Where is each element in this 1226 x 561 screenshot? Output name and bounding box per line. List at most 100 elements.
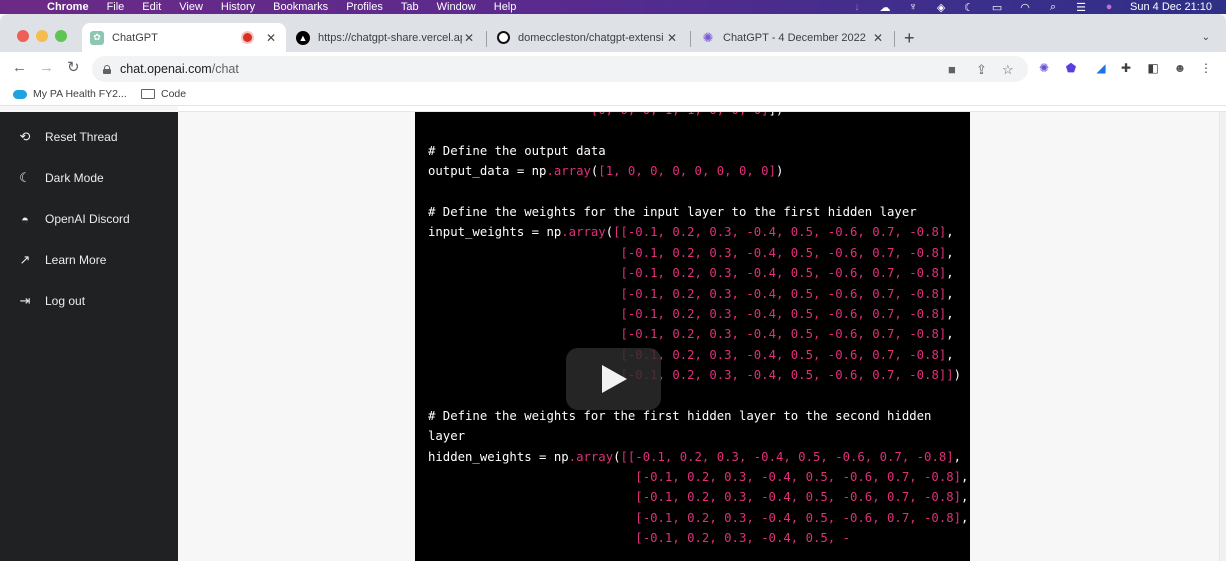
tab-github-repo[interactable]: domeccleston/chatgpt-extensi ✕ <box>489 23 687 52</box>
reload-button[interactable]: ↻ <box>67 60 80 76</box>
window-minimize-button[interactable] <box>36 30 48 42</box>
code-literal: [[-0.1, 0.2, 0.3, -0.4, 0.5, -0.6, 0.7, … <box>613 225 947 240</box>
extension-shield-icon[interactable]: ⬟ <box>1063 60 1079 76</box>
control-center-icon[interactable]: ☰ <box>1074 1 1088 14</box>
chat-sidebar: ⟲ Reset Thread ☾ Dark Mode ◓ OpenAI Disc… <box>0 112 178 561</box>
video-play-button[interactable] <box>566 348 661 410</box>
extension-chatgpt-icon[interactable]: ✺ <box>1036 60 1052 76</box>
code-literal: [-0.1, 0.2, 0.3, -0.4, 0.5, -0.6, 0.7, -… <box>620 347 947 362</box>
extension-eyedropper-icon[interactable]: ◢ <box>1093 60 1109 76</box>
vpn-status-icon[interactable]: ♆ <box>906 1 920 13</box>
tab-title: ChatGPT <box>112 31 158 44</box>
tab-chatgpt-dec-2022[interactable]: ✺ ChatGPT - 4 December 2022 ✕ <box>693 23 893 52</box>
page-scrollbar[interactable] <box>1219 112 1226 561</box>
code-text: , <box>946 225 954 240</box>
tab-search-chevron-icon[interactable]: ⌄ <box>1202 32 1210 43</box>
sidebar-item-label: Reset Thread <box>45 130 118 144</box>
code-line: [-0.1, 0.2, 0.3, -0.4, 0.5, -0.6, 0.7, -… <box>428 487 968 507</box>
menu-edit[interactable]: Edit <box>142 0 161 14</box>
address-bar[interactable]: chat.openai.com/chat ■ ⇪ ☆ <box>92 56 1028 82</box>
code-literal: [-0.1, 0.2, 0.3, -0.4, 0.5, -0.6, 0.7, -… <box>620 368 954 383</box>
menu-profiles[interactable]: Profiles <box>346 0 383 14</box>
camera-icon[interactable]: ■ <box>948 62 956 77</box>
macos-menu-bar: Chrome File Edit View History Bookmarks … <box>0 0 1226 14</box>
sidebar-item-log-out[interactable]: ⇥ Log out <box>0 285 178 317</box>
chatgpt-favicon-icon: ✿ <box>90 30 104 45</box>
extensions-puzzle-icon[interactable]: ✚ <box>1118 60 1134 76</box>
tab-close-icon[interactable]: ✕ <box>264 31 278 45</box>
bookmark-code-folder[interactable]: Code <box>141 88 186 100</box>
code-text: , <box>961 490 969 505</box>
url-text[interactable]: chat.openai.com/chat <box>120 62 239 76</box>
tab-chatgpt[interactable]: ✿ ChatGPT ✕ <box>82 23 286 52</box>
code-literal: [-0.1, 0.2, 0.3, -0.4, 0.5, -0.6, 0.7, -… <box>635 470 962 485</box>
forward-button[interactable]: → <box>39 60 54 76</box>
code-text: , <box>961 510 969 525</box>
code-line: hidden_weights = np.array([[-0.1, 0.2, 0… <box>428 447 968 467</box>
back-button[interactable]: ← <box>12 60 27 76</box>
tab-title: domeccleston/chatgpt-extensi <box>518 31 664 44</box>
code-literal: [-0.1, 0.2, 0.3, -0.4, 0.5, -0.6, 0.7, -… <box>620 306 947 321</box>
menu-history[interactable]: History <box>221 0 255 14</box>
sidebar-item-openai-discord[interactable]: ◓ OpenAI Discord <box>0 203 178 235</box>
side-panel-icon[interactable]: ◧ <box>1145 60 1161 76</box>
code-text: , <box>961 470 969 485</box>
profile-avatar[interactable]: ☻ <box>1172 60 1188 76</box>
display-icon[interactable]: ◈ <box>934 1 948 14</box>
code-line: # Define the output data <box>428 141 968 161</box>
code-literal: [-0.1, 0.2, 0.3, -0.4, 0.5, -0.6, 0.7, -… <box>620 327 947 342</box>
menu-bookmarks[interactable]: Bookmarks <box>273 0 328 14</box>
tab-close-icon[interactable]: ✕ <box>871 31 885 45</box>
spotlight-search-icon[interactable]: ⌕ <box>1046 1 1060 13</box>
tab-close-icon[interactable]: ✕ <box>665 31 679 45</box>
code-literal: [-0.1, 0.2, 0.3, -0.4, 0.5, -0.6, 0.7, -… <box>635 490 962 505</box>
menu-clock[interactable]: Sun 4 Dec 21:10 <box>1130 1 1212 13</box>
siri-icon[interactable]: ● <box>1102 1 1116 13</box>
code-line: [-0.1, 0.2, 0.3, -0.4, 0.5, -0.6, 0.7, -… <box>428 345 968 365</box>
sidebar-item-reset-thread[interactable]: ⟲ Reset Thread <box>0 121 178 153</box>
share-icon[interactable]: ⇪ <box>976 62 987 78</box>
wifi-icon[interactable]: ◠ <box>1018 1 1032 14</box>
code-block: [0, 0, 0, 1, 1, 0, 0, 0]]) # Define the o… <box>415 112 970 561</box>
sidebar-item-dark-mode[interactable]: ☾ Dark Mode <box>0 162 178 194</box>
menu-view[interactable]: View <box>179 0 203 14</box>
sidebar-item-label: Learn More <box>45 253 107 267</box>
tab-separator <box>486 31 487 47</box>
menu-app-chrome[interactable]: Chrome <box>47 0 89 14</box>
new-tab-button[interactable]: + <box>904 29 915 47</box>
code-text: hidden_weights = np <box>428 449 569 464</box>
tab-chatgpt-share[interactable]: ▲ https://chatgpt-share.vercel.ap ✕ <box>288 23 484 52</box>
tab-title: ChatGPT - 4 December 2022 <box>723 31 866 44</box>
menu-file[interactable]: File <box>107 0 125 14</box>
code-text: , <box>946 266 954 281</box>
code-text: , <box>946 245 954 260</box>
menu-tab[interactable]: Tab <box>401 0 419 14</box>
gear-favicon-icon: ✺ <box>702 29 714 45</box>
window-close-button[interactable] <box>17 30 29 42</box>
tab-close-icon[interactable]: ✕ <box>462 31 476 45</box>
bookmark-star-icon[interactable]: ☆ <box>1002 62 1014 78</box>
bookmark-my-pa-health[interactable]: My PA Health FY2... <box>13 88 127 100</box>
window-zoom-button[interactable] <box>55 30 67 42</box>
sidebar-item-learn-more[interactable]: ↗ Learn More <box>0 244 178 276</box>
code-text: # Define the weights for the first hidde… <box>428 408 932 423</box>
bookmark-label: Code <box>161 88 187 100</box>
chrome-menu-icon[interactable]: ⋮ <box>1198 60 1214 76</box>
code-line: output_data = np.array([1, 0, 0, 0, 0, 0… <box>428 161 968 181</box>
microphone-icon[interactable]: ↓ <box>850 1 864 13</box>
code-text: ( <box>605 225 614 240</box>
code-line: input_weights = np.array([[-0.1, 0.2, 0.… <box>428 222 968 242</box>
menu-help[interactable]: Help <box>494 0 517 14</box>
app-status-icon[interactable]: ☁ <box>878 1 892 14</box>
code-line: [-0.1, 0.2, 0.3, -0.4, 0.5, -0.6, 0.7, -… <box>428 243 968 263</box>
bookmarks-bar: My PA Health FY2... Code <box>0 85 1226 106</box>
battery-icon[interactable]: ▭ <box>990 1 1004 14</box>
lock-icon[interactable] <box>103 64 111 74</box>
code-text: ( <box>613 449 621 464</box>
bookmark-label: My PA Health FY2... <box>33 88 127 100</box>
browser-toolbar: ← → ↻ chat.openai.com/chat ■ ⇪ ☆ ✺ ⬟ ◢ ✚… <box>0 52 1226 85</box>
moon-focus-icon[interactable]: ☾ <box>962 1 976 14</box>
code-literal: [[-0.1, 0.2, 0.3, -0.4, 0.5, -0.6, 0.7, … <box>620 449 954 464</box>
menu-window[interactable]: Window <box>437 0 476 14</box>
